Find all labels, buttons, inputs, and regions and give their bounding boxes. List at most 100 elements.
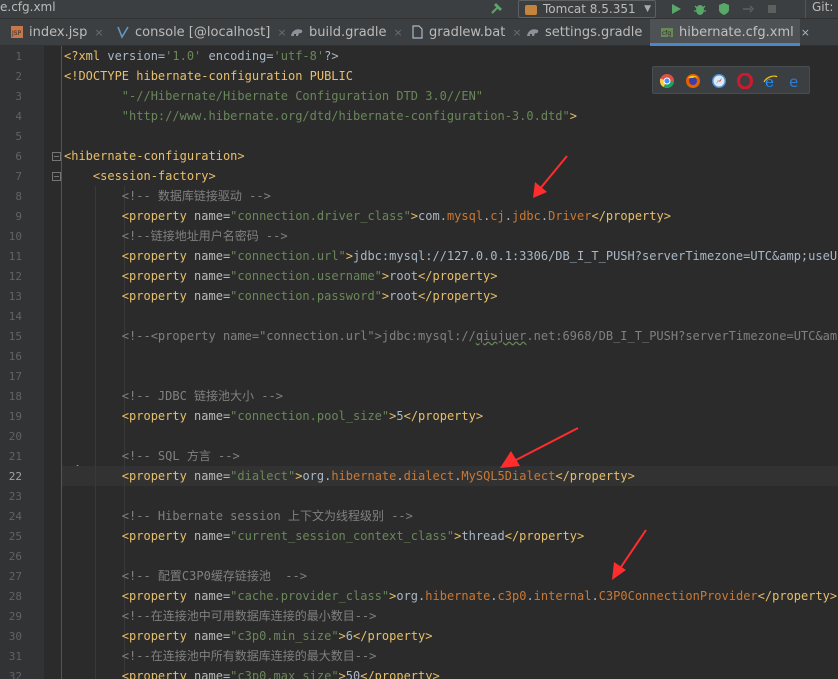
code-line[interactable]: "-//Hibernate/Hibernate Configuration DT… bbox=[64, 86, 483, 106]
close-icon[interactable]: × bbox=[94, 19, 103, 46]
sql-console-icon bbox=[116, 22, 130, 39]
line-number: 26 bbox=[8, 550, 22, 563]
code-line[interactable]: <property name="connection.username">roo… bbox=[64, 266, 498, 286]
svg-text:JSP: JSP bbox=[11, 30, 22, 37]
code-line[interactable]: <session-factory> bbox=[64, 166, 216, 186]
tab-label: hibernate.cfg.xml bbox=[679, 25, 794, 40]
edge-icon[interactable]: e bbox=[787, 73, 803, 91]
line-number: 29 bbox=[8, 610, 22, 623]
firefox-icon[interactable] bbox=[685, 73, 701, 89]
code-line[interactable]: <!-- 数据库链接驱动 --> bbox=[64, 186, 271, 206]
line-number: 19 bbox=[8, 410, 22, 423]
vcs-label[interactable]: Git: bbox=[805, 0, 833, 18]
line-number: 25 bbox=[8, 530, 22, 543]
code-line[interactable]: <!DOCTYPE hibernate-configuration PUBLIC bbox=[64, 66, 353, 86]
config-file-icon: cfg bbox=[660, 22, 674, 37]
top-toolbar: e.cfg.xml Tomcat 8.5.351 ▼ Git: bbox=[0, 0, 838, 19]
code-line[interactable]: <property name="connection.password">roo… bbox=[64, 286, 498, 306]
fold-marker-icon[interactable] bbox=[52, 152, 61, 161]
chrome-icon[interactable] bbox=[659, 73, 675, 89]
tab-index-jsp[interactable]: JSP index.jsp × bbox=[0, 19, 106, 46]
annotation-arrow bbox=[533, 155, 568, 198]
code-line[interactable]: <!--链接地址用户名密码 --> bbox=[64, 226, 288, 246]
code-line[interactable]: <!--<property name="connection.url">jdbc… bbox=[64, 326, 838, 346]
fold-gutter bbox=[44, 46, 62, 679]
code-line[interactable]: <!-- Hibernate session 上下文为线程级别 --> bbox=[64, 506, 413, 526]
coverage-icon[interactable] bbox=[716, 1, 732, 17]
annotation-arrow bbox=[500, 427, 579, 468]
line-number: 14 bbox=[8, 310, 22, 323]
line-number: 4 bbox=[15, 110, 22, 123]
line-number: 17 bbox=[8, 370, 22, 383]
line-number: 11 bbox=[8, 250, 22, 263]
ie-icon[interactable]: e bbox=[763, 73, 779, 91]
tab-label: index.jsp bbox=[29, 25, 88, 40]
code-line[interactable]: <property name="current_session_context_… bbox=[64, 526, 584, 546]
line-number: 18 bbox=[8, 390, 22, 403]
line-number: 30 bbox=[8, 630, 22, 643]
code-line[interactable]: <hibernate-configuration> bbox=[64, 146, 245, 166]
code-line[interactable]: <property name="c3p0.min_size">6</proper… bbox=[64, 626, 433, 646]
line-number: 27 bbox=[8, 570, 22, 583]
line-number: 23 bbox=[8, 490, 22, 503]
code-line[interactable]: "http://www.hibernate.org/dtd/hibernate-… bbox=[64, 106, 577, 126]
editor-tabs: JSP index.jsp × console [@localhost] × buil… bbox=[0, 19, 838, 46]
code-line[interactable]: <?xml version='1.0' encoding='utf-8'?> bbox=[64, 46, 339, 66]
line-number: 20 bbox=[8, 430, 22, 443]
run-icon[interactable] bbox=[668, 1, 684, 17]
tab-gradlew-bat[interactable]: gradlew.bat × bbox=[400, 19, 522, 46]
step-icon[interactable] bbox=[740, 1, 756, 17]
hammer-icon[interactable] bbox=[490, 1, 504, 15]
code-editor[interactable]: <?xml version='1.0' encoding='utf-8'?> <!… bbox=[62, 46, 838, 679]
close-icon[interactable]: × bbox=[801, 19, 810, 46]
line-number: 24 bbox=[8, 510, 22, 523]
line-number: 10 bbox=[8, 230, 22, 243]
run-config-select[interactable]: Tomcat 8.5.351 ▼ bbox=[518, 0, 656, 18]
stop-icon[interactable] bbox=[764, 1, 780, 17]
line-number: 3 bbox=[15, 90, 22, 103]
gradle-icon bbox=[290, 22, 304, 36]
code-line[interactable]: <!-- JDBC 链接池大小 --> bbox=[64, 386, 283, 406]
line-number: 31 bbox=[8, 650, 22, 663]
line-number: 7 bbox=[15, 170, 22, 183]
safari-icon[interactable] bbox=[711, 73, 727, 89]
run-config-label: Tomcat 8.5.351 bbox=[543, 2, 636, 16]
line-number: 5 bbox=[15, 130, 22, 143]
line-number: 21 bbox=[8, 450, 22, 463]
code-line[interactable]: <!--在连接池中可用数据库连接的最小数目--> bbox=[64, 606, 377, 626]
code-line[interactable]: <property name="c3p0.max_size">50</prope… bbox=[64, 666, 440, 679]
line-number: 16 bbox=[8, 350, 22, 363]
annotation-arrow bbox=[612, 529, 647, 580]
jsp-file-icon: JSP bbox=[10, 22, 24, 38]
line-number: 12 bbox=[8, 270, 22, 283]
line-number: 13 bbox=[8, 290, 22, 303]
code-line[interactable]: <!-- 配置C3P0缓存链接池 --> bbox=[64, 566, 307, 586]
line-number: 9 bbox=[15, 210, 22, 223]
fold-marker-icon[interactable] bbox=[52, 172, 61, 181]
line-number: 2 bbox=[15, 70, 22, 83]
tab-build-gradle[interactable]: build.gradle × bbox=[280, 19, 403, 46]
bat-file-icon bbox=[410, 22, 424, 39]
opera-icon[interactable] bbox=[737, 72, 753, 90]
code-line[interactable]: <property name="connection.url">jdbc:mys… bbox=[64, 246, 838, 266]
code-line[interactable]: <property name="connection.driver_class"… bbox=[64, 206, 671, 226]
tab-label: console [@localhost] bbox=[135, 25, 271, 40]
tab-hibernate-cfg-xml[interactable]: cfg hibernate.cfg.xml × bbox=[650, 19, 810, 46]
code-line[interactable]: <!-- SQL 方言 --> bbox=[64, 446, 240, 466]
tomcat-icon bbox=[525, 4, 537, 15]
line-number-gutter: 1 2 3 4 5 6 7 8 9 10 11 12 13 14 15 16 17 18 19 20 21 22 23 24 2… bbox=[0, 46, 44, 679]
breadcrumb[interactable]: e.cfg.xml bbox=[0, 0, 56, 19]
debug-icon[interactable] bbox=[692, 1, 708, 17]
tab-label: gradlew.bat bbox=[429, 25, 506, 40]
line-number: 32 bbox=[8, 670, 22, 679]
tab-console[interactable]: console [@localhost] × bbox=[106, 19, 287, 46]
browser-preview-popup: e e bbox=[652, 66, 810, 94]
code-line[interactable]: <property name="cache.provider_class">or… bbox=[64, 586, 837, 606]
line-number: 6 bbox=[15, 150, 22, 163]
code-line[interactable]: <!--在连接池中所有数据库连接的最大数目--> bbox=[64, 646, 377, 666]
line-number: 1 bbox=[15, 50, 22, 63]
svg-text:e: e bbox=[789, 73, 798, 89]
tab-settings-gradle[interactable]: settings.gradle× bbox=[516, 19, 659, 46]
line-number: 15 bbox=[8, 330, 22, 343]
code-line[interactable]: <property name="connection.pool_size">5<… bbox=[64, 406, 483, 426]
